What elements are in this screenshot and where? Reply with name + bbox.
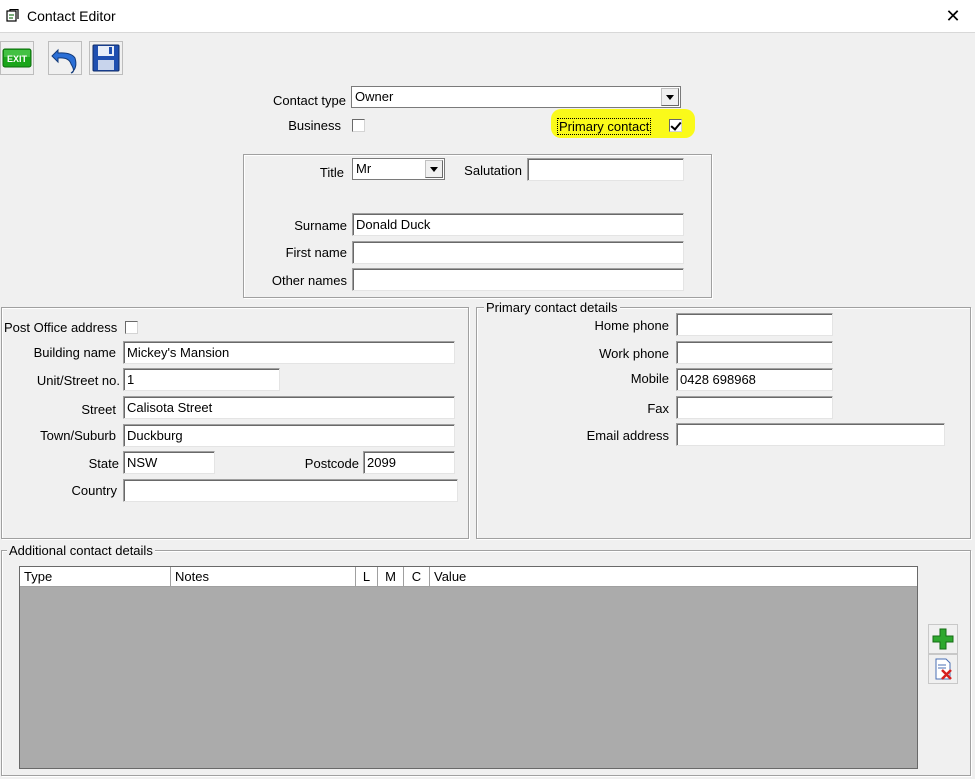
close-icon[interactable]: ✕ [940, 4, 966, 28]
unit-street-label: Unit/Street no. [36, 373, 120, 388]
exit-label: EXIT [7, 54, 28, 64]
street-label: Street [81, 402, 116, 417]
town-suburb-field[interactable]: Duckburg [123, 424, 455, 447]
postcode-label: Postcode [304, 456, 359, 471]
mobile-field[interactable]: 0428 698968 [676, 368, 833, 391]
column-header-value[interactable]: Value [430, 567, 917, 587]
add-icon [932, 628, 954, 650]
po-address-label: Post Office address [4, 320, 118, 335]
work-phone-label: Work phone [599, 346, 669, 361]
state-label: State [88, 456, 119, 471]
window-title: Contact Editor [27, 8, 116, 24]
column-header-l[interactable]: L [356, 567, 378, 587]
business-checkbox[interactable] [352, 119, 365, 132]
primary-contact-checkbox[interactable] [669, 119, 682, 132]
surname-field[interactable]: Donald Duck [352, 213, 684, 236]
primary-contact-details-caption: Primary contact details [484, 300, 620, 315]
town-suburb-label: Town/Suburb [40, 428, 116, 443]
grid-header: Type Notes L M C Value [20, 567, 917, 587]
state-field[interactable]: NSW [123, 451, 215, 474]
title-label: Title [319, 165, 344, 180]
title-bar: Contact Editor ✕ [0, 0, 975, 33]
column-header-type[interactable]: Type [20, 567, 171, 587]
building-name-field[interactable]: Mickey's Mansion [123, 341, 455, 364]
column-header-c[interactable]: C [404, 567, 430, 587]
title-value: Mr [356, 161, 372, 176]
other-names-field[interactable] [352, 268, 684, 291]
column-header-m[interactable]: M [378, 567, 404, 587]
additional-contacts-grid[interactable]: Type Notes L M C Value [19, 566, 918, 769]
country-label: Country [71, 483, 117, 498]
home-phone-field[interactable] [676, 313, 833, 336]
country-field[interactable] [123, 479, 458, 502]
work-phone-field[interactable] [676, 341, 833, 364]
undo-icon [51, 48, 77, 74]
contact-type-value: Owner [355, 89, 394, 104]
title-select[interactable]: Mr [352, 158, 445, 180]
save-button[interactable] [89, 41, 123, 75]
delete-icon [935, 658, 952, 680]
column-header-notes[interactable]: Notes [171, 567, 356, 587]
delete-contact-button[interactable] [928, 654, 958, 684]
add-contact-button[interactable] [928, 624, 958, 654]
first-name-field[interactable] [352, 241, 684, 264]
other-names-label: Other names [271, 273, 347, 288]
email-address-field[interactable] [676, 423, 945, 446]
chevron-down-icon[interactable] [425, 160, 443, 178]
po-address-checkbox[interactable] [125, 321, 138, 334]
building-name-label: Building name [33, 345, 116, 360]
first-name-label: First name [285, 245, 347, 260]
save-icon [92, 44, 120, 72]
fax-field[interactable] [676, 396, 833, 419]
additional-contact-details-caption: Additional contact details [7, 543, 155, 558]
business-label: Business [288, 118, 341, 133]
salutation-field[interactable] [527, 158, 684, 181]
contact-type-select[interactable]: Owner [351, 86, 681, 108]
exit-icon: EXIT [2, 48, 32, 68]
home-phone-label: Home phone [594, 318, 669, 333]
postcode-field[interactable]: 2099 [363, 451, 455, 474]
chevron-down-icon[interactable] [661, 88, 679, 106]
primary-contact-label: Primary contact [557, 118, 652, 135]
contact-type-label: Contact type [273, 93, 346, 108]
undo-button[interactable] [48, 41, 82, 75]
street-field[interactable]: Calisota Street [123, 396, 455, 419]
exit-button[interactable]: EXIT [0, 41, 34, 75]
salutation-label: Salutation [464, 163, 522, 178]
mobile-label: Mobile [630, 371, 669, 386]
unit-street-field[interactable]: 1 [123, 368, 280, 391]
email-address-label: Email address [586, 428, 669, 443]
surname-label: Surname [294, 218, 347, 233]
app-icon [6, 9, 19, 22]
fax-label: Fax [647, 401, 669, 416]
